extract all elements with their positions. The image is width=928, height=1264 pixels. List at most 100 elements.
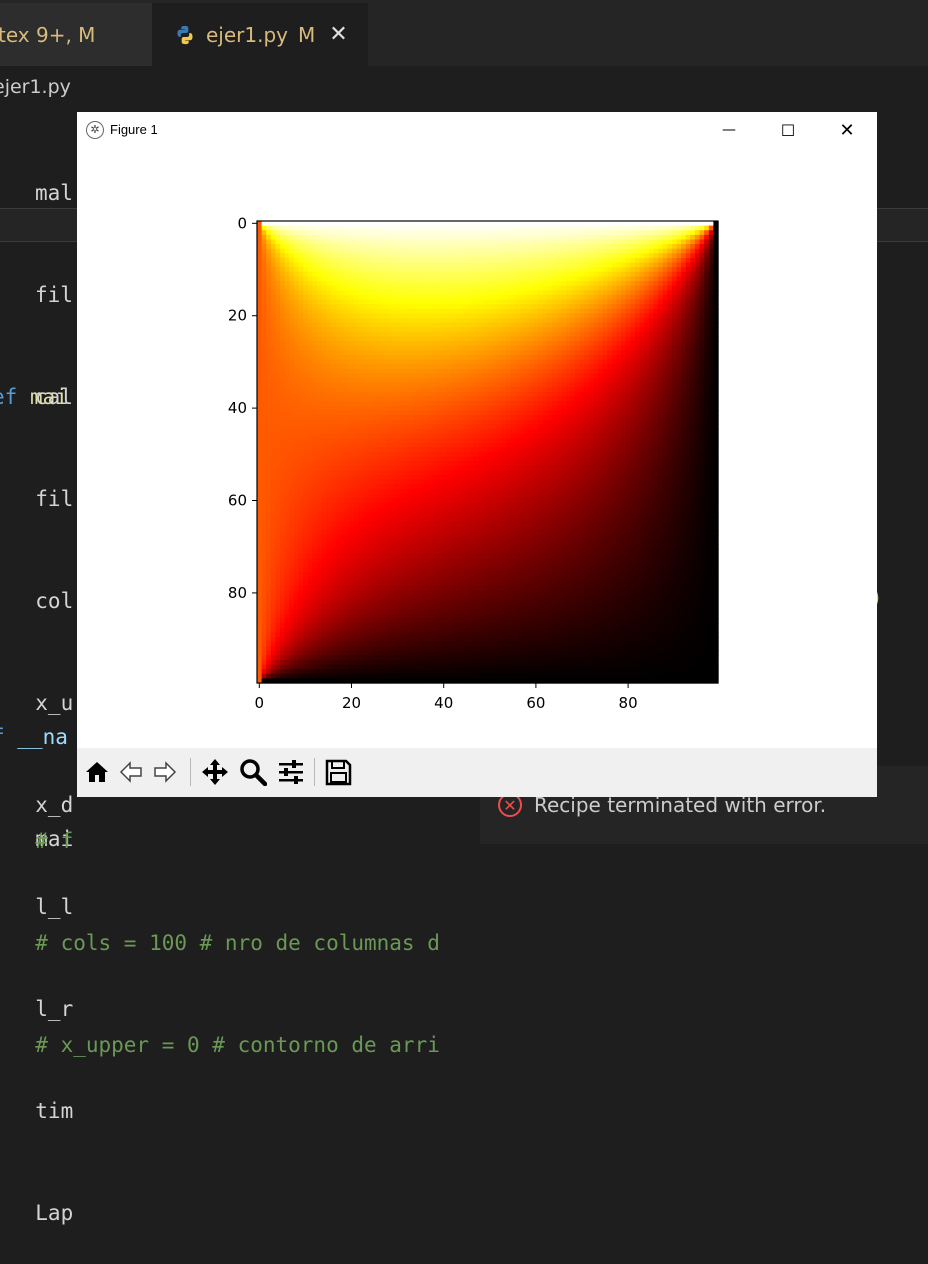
heatmap-cell	[473, 276, 479, 282]
heatmap-cell	[459, 327, 466, 333]
heatmap-cell	[473, 373, 479, 379]
heatmap-cell	[289, 438, 295, 444]
heatmap-cell	[312, 350, 318, 356]
heatmap-cell	[404, 354, 410, 361]
heatmap-cell	[339, 405, 346, 412]
tab-tex[interactable]: tex 9+, M	[0, 3, 152, 66]
heatmap-cell	[478, 267, 484, 273]
heatmap-cell	[344, 304, 350, 310]
heatmap-cell	[280, 244, 286, 250]
heatmap-cell	[266, 391, 272, 398]
heatmap-cell	[469, 281, 475, 287]
heatmap-cell	[459, 428, 466, 435]
heatmap-cell	[621, 424, 627, 430]
heatmap-cell	[510, 433, 516, 439]
heatmap-cell	[635, 364, 641, 370]
heatmap-cell	[464, 438, 470, 444]
heatmap-cell	[418, 382, 424, 388]
heatmap-cell	[459, 271, 466, 278]
heatmap-cell	[257, 313, 263, 319]
heatmap-cell	[321, 387, 327, 393]
heatmap-cell	[584, 410, 590, 416]
heatmap-cell	[653, 428, 659, 435]
heatmap-cell	[404, 271, 410, 278]
heatmap-cell	[270, 267, 277, 273]
heatmap-cell	[478, 230, 484, 236]
heatmap-cell	[533, 285, 539, 291]
heatmap-cell	[708, 354, 714, 361]
heatmap-cell	[395, 253, 401, 259]
heatmap-cell	[607, 415, 613, 421]
heatmap-cell	[399, 267, 406, 273]
heatmap-cell	[505, 424, 512, 430]
heatmap-cell	[667, 276, 673, 282]
heatmap-cell	[450, 248, 456, 254]
heatmap-cell	[621, 368, 627, 375]
heatmap-cell	[459, 368, 466, 375]
heatmap-cell	[492, 424, 498, 430]
heatmap-cell	[611, 359, 618, 365]
heatmap-cell	[575, 244, 581, 250]
heatmap-cell	[616, 419, 622, 425]
heatmap-cell	[681, 405, 687, 412]
heatmap-cell	[404, 262, 410, 268]
heatmap-cell	[671, 257, 678, 264]
plot-canvas[interactable]: 0 20 40 60 80020406080	[77, 112, 877, 748]
heatmap-cell	[561, 308, 567, 314]
heatmap-cell	[303, 354, 309, 361]
heatmap-cell	[432, 387, 438, 393]
heatmap-cell	[413, 221, 419, 227]
heatmap-cell	[427, 345, 433, 351]
heatmap-cell	[593, 244, 599, 250]
heatmap-cell	[372, 405, 378, 412]
heatmap-cell	[386, 396, 392, 402]
heatmap-cell	[469, 244, 475, 250]
breadcrumb[interactable]: ejer1.py	[0, 66, 928, 108]
heatmap-cell	[607, 281, 613, 287]
heatmap-cell	[432, 304, 438, 310]
heatmap-cell	[298, 410, 304, 416]
heatmap-cell	[326, 447, 332, 453]
heatmap-cell	[575, 271, 581, 278]
heatmap-cell	[482, 281, 489, 287]
heatmap-cell	[367, 378, 373, 384]
heatmap-cell	[418, 225, 424, 231]
heatmap-cell	[339, 410, 346, 416]
heatmap-cell	[266, 350, 272, 356]
heatmap-cell	[422, 364, 429, 370]
heatmap-cell	[321, 322, 327, 328]
heatmap-cell	[528, 299, 535, 305]
heatmap-cell	[316, 244, 323, 250]
heatmap-cell	[478, 401, 484, 407]
heatmap-cell	[432, 405, 438, 412]
heatmap-cell	[662, 262, 668, 268]
heatmap-cell	[441, 391, 447, 398]
heatmap-cell	[487, 262, 493, 268]
heatmap-cell	[464, 433, 470, 439]
heatmap-cell	[427, 359, 433, 365]
heatmap-cell	[418, 299, 424, 305]
heatmap-cell	[621, 304, 627, 310]
heatmap-cell	[621, 364, 627, 370]
heatmap-cell	[418, 428, 424, 435]
heatmap-cell	[588, 267, 595, 273]
tab-ejer1[interactable]: ejer1.py M ✕	[152, 3, 368, 66]
heatmap-cell	[524, 230, 530, 236]
heatmap-cell	[552, 225, 558, 231]
heatmap-cell	[307, 239, 313, 245]
close-tab-icon[interactable]: ✕	[329, 22, 347, 47]
heatmap-cell	[358, 378, 364, 384]
heatmap-cell	[685, 341, 691, 347]
heatmap-cell	[694, 415, 701, 421]
heatmap-cell	[524, 373, 530, 379]
heatmap-cell	[616, 354, 622, 361]
heatmap-cell	[501, 318, 507, 324]
heatmap-cell	[293, 225, 300, 231]
heatmap-cell	[584, 350, 590, 356]
heatmap-cell	[611, 433, 618, 439]
heatmap-cell	[261, 428, 267, 435]
heatmap-cell	[298, 350, 304, 356]
heatmap-cell	[307, 405, 313, 412]
heatmap-cell	[280, 327, 286, 333]
heatmap-cell	[616, 239, 622, 245]
